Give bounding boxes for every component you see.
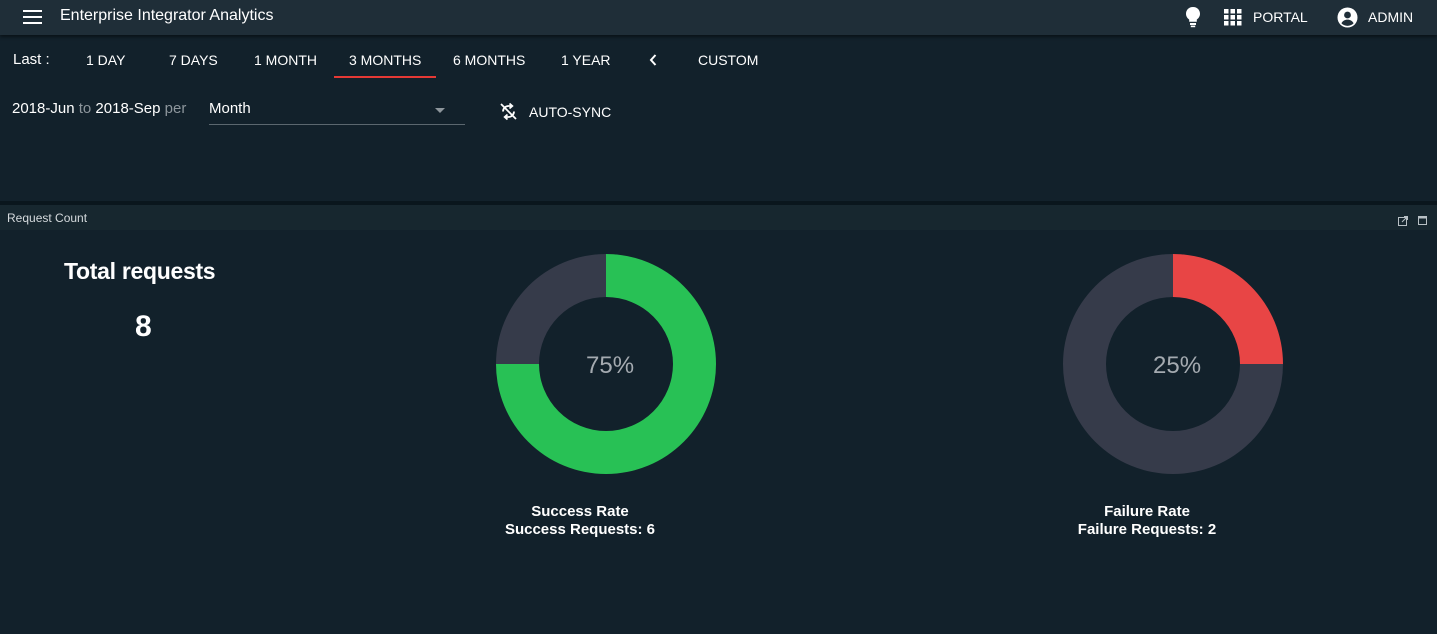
- period-per-word: per: [164, 100, 187, 117]
- sync-disabled-icon: [500, 102, 517, 121]
- chevron-left-icon[interactable]: [648, 52, 658, 73]
- donut-slice-failure[interactable]: [1173, 254, 1283, 364]
- account-icon: [1337, 7, 1358, 27]
- menu-icon[interactable]: [23, 10, 42, 24]
- failure-rate-title: Failure Rate: [1104, 503, 1190, 520]
- range-6-months-button[interactable]: 6 MONTHS: [453, 52, 525, 68]
- apps-grid-icon: [1224, 9, 1242, 26]
- range-1-year-button[interactable]: 1 YEAR: [561, 52, 611, 68]
- top-app-bar: Enterprise Integrator Analytics PORTAL A…: [0, 0, 1437, 35]
- maximize-icon[interactable]: [1418, 213, 1428, 231]
- success-rate-percent: 75%: [586, 352, 635, 379]
- admin-label: ADMIN: [1368, 9, 1414, 25]
- period-to: 2018-Sep: [95, 100, 161, 117]
- auto-sync-button[interactable]: AUTO-SYNC: [499, 102, 611, 121]
- period-summary: 2018-Jun to 2018-Sep per: [12, 100, 186, 117]
- range-3-months-button[interactable]: 3 MONTHS: [349, 52, 421, 68]
- success-requests-count: Success Requests: 6: [504, 521, 656, 538]
- failure-rate-percent: 25%: [1153, 352, 1202, 379]
- portal-label: PORTAL: [1253, 9, 1308, 25]
- auto-sync-label: AUTO-SYNC: [529, 103, 612, 120]
- range-7-days-button[interactable]: 7 DAYS: [169, 52, 218, 68]
- period-from: 2018-Jun: [12, 100, 75, 117]
- last-label: Last :: [13, 51, 50, 68]
- range-1-day-button[interactable]: 1 DAY: [86, 52, 125, 68]
- total-requests-value: 8: [135, 310, 152, 343]
- popout-icon[interactable]: [1398, 213, 1408, 231]
- widget-title: Request Count: [7, 211, 88, 225]
- granularity-select[interactable]: Month: [209, 97, 465, 125]
- app-title: Enterprise Integrator Analytics: [60, 7, 274, 24]
- dropdown-caret-icon: [435, 108, 445, 113]
- lightbulb-icon[interactable]: [1184, 6, 1202, 33]
- success-rate-caption: Success Rate Success Requests: 6: [470, 503, 690, 539]
- range-1-month-button[interactable]: 1 MONTH: [254, 52, 317, 68]
- portal-button[interactable]: PORTAL: [1224, 6, 1308, 28]
- failure-requests-count: Failure Requests: 2: [1077, 521, 1217, 538]
- selected-range-indicator: [334, 76, 436, 78]
- failure-rate-caption: Failure Rate Failure Requests: 2: [1037, 503, 1257, 539]
- period-to-word: to: [78, 100, 92, 117]
- granularity-value: Month: [209, 100, 251, 117]
- range-custom-button[interactable]: CUSTOM: [698, 52, 758, 68]
- widget-header: Request Count: [0, 205, 1437, 230]
- admin-user-button[interactable]: ADMIN: [1337, 6, 1413, 28]
- success-rate-title: Success Rate: [531, 503, 629, 520]
- donut-slice-other[interactable]: [496, 254, 606, 364]
- total-requests-title: Total requests: [64, 258, 216, 284]
